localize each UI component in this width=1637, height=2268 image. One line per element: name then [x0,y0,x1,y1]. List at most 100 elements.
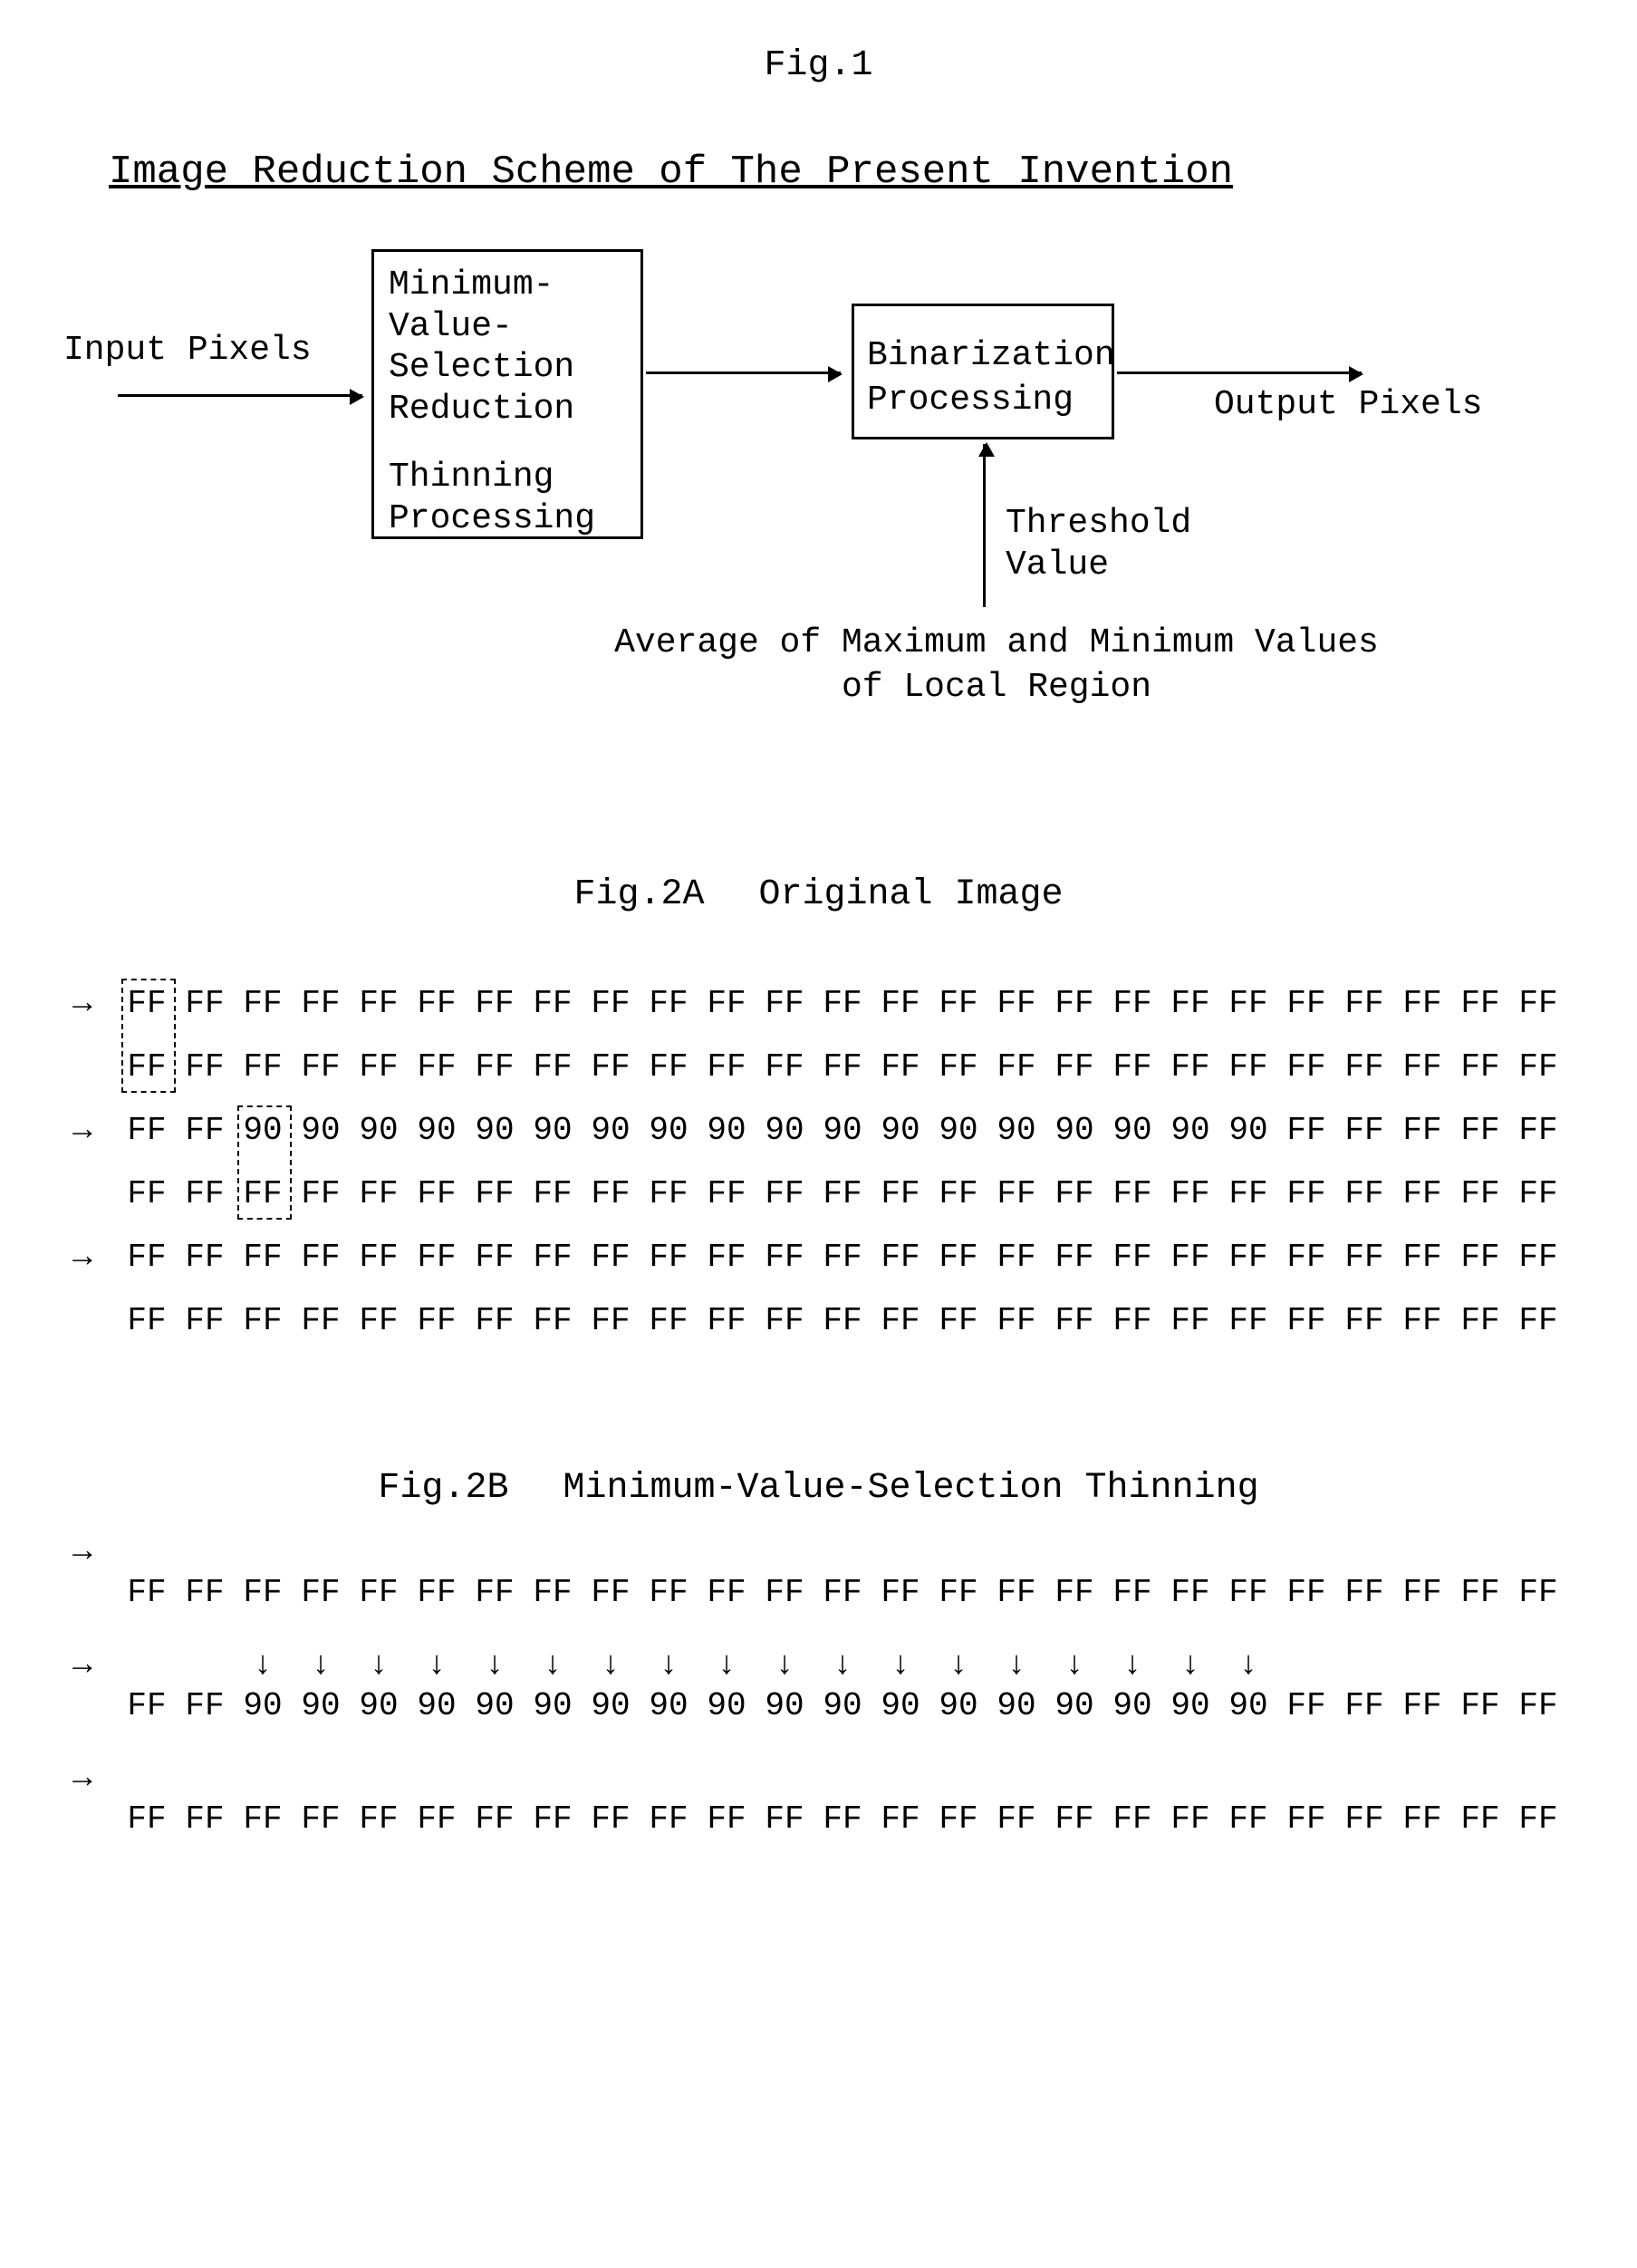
hex-cell: FF [408,1241,466,1274]
arrow-threshold-up [983,444,986,607]
hex-cell: FF [871,1577,929,1609]
hex-cell: 90 [408,1115,466,1147]
hex-cell: FF [871,1803,929,1836]
hex-cell: FF [1393,988,1451,1020]
hex-cell: FF [176,1305,234,1337]
down-arrow-icon: ↓ [871,1640,929,1690]
average-line1: Average of Maximum and Minimum Values [614,623,1379,662]
fig2b-title: Minimum-Value-Selection Thinning [563,1468,1258,1509]
hex-cell: 90 [1045,1690,1103,1723]
hex-cell: FF [1219,1803,1277,1836]
hex-cell: FF [1045,1051,1103,1084]
fig2b-grid: →FFFFFFFFFFFFFFFFFFFFFFFFFFFFFFFFFFFFFFF… [72,1527,1583,1867]
hex-cell: FF [814,1178,871,1211]
hex-row: FFFFFFFFFFFFFFFFFFFFFFFFFFFFFFFFFFFFFFFF… [72,1051,1583,1115]
hex-cell: 90 [292,1690,350,1723]
dashed-box-2 [237,1105,292,1220]
hex-row: FFFFFFFFFFFFFFFFFFFFFFFFFFFFFFFFFFFFFFFF… [72,1305,1583,1368]
hex-cell: FF [524,1178,582,1211]
down-arrow-icon: ↓ [1045,1640,1103,1690]
hex-cell: FF [1335,1178,1393,1211]
hex-cell: FF [698,1241,756,1274]
hex-cell: FF [698,1803,756,1836]
hex-cell: FF [987,1051,1045,1084]
box1-bottom-text: Thinning Processing [389,457,626,539]
hex-cell: FF [1219,1241,1277,1274]
hex-cell: FF [234,988,292,1020]
hex-cell: FF [1509,1690,1567,1723]
hex-cell: FF [524,1577,582,1609]
hex-cell: FF [1451,1241,1509,1274]
hex-cell: FF [1161,1305,1219,1337]
hex-cell: FF [350,1305,408,1337]
hex-cell: FF [408,1305,466,1337]
input-pixels-label: Input Pixels [63,331,312,370]
hex-cell: FF [929,1577,987,1609]
hex-cell: FF [1393,1051,1451,1084]
hex-cell: FF [582,1577,640,1609]
hex-cell: FF [929,1803,987,1836]
hex-row: →FFFFFFFFFFFFFFFFFFFFFFFFFFFFFFFFFFFFFFF… [72,1241,1583,1305]
average-text: Average of Maximum and Minimum Values of… [589,621,1404,710]
hex-cell: FF [1393,1241,1451,1274]
hex-cell: FF [176,1577,234,1609]
hex-cell: FF [292,1241,350,1274]
hex-cell: 90 [524,1690,582,1723]
hex-cell: FF [814,1241,871,1274]
hex-cell: 90 [756,1690,814,1723]
hex-cell: 90 [582,1115,640,1147]
arrow-box2-to-output [1117,372,1362,374]
hex-cell: 90 [1103,1115,1161,1147]
hex-cell: FF [640,1305,698,1337]
hex-cell: FF [1277,1690,1335,1723]
hex-cell: FF [929,1051,987,1084]
hex-cell: FF [292,1577,350,1609]
hex-cell: FF [292,1803,350,1836]
hex-cell: FF [524,988,582,1020]
arrow-line: → [72,1753,1583,1803]
row-arrow-icon: → [72,1527,118,1577]
down-arrow-icon: ↓ [582,1640,640,1690]
dashed-box-1 [121,979,176,1093]
row-arrow-icon: → [72,1115,118,1147]
hex-cell: FF [1509,988,1567,1020]
hex-cell: FF [1509,1803,1567,1836]
hex-cell: FF [176,1115,234,1147]
hex-cell: FF [176,988,234,1020]
hex-cell: FF [1045,1577,1103,1609]
hex-cell: FF [1161,1051,1219,1084]
hex-cell: 90 [582,1690,640,1723]
hex-cell: FF [640,988,698,1020]
down-arrow-icon: ↓ [698,1640,756,1690]
hex-cell: FF [1335,1690,1393,1723]
hex-cell: FF [871,1305,929,1337]
hex-cell: FF [1451,1690,1509,1723]
hex-cell: FF [176,1241,234,1274]
down-arrow-icon: ↓ [1161,1640,1219,1690]
hex-cell: FF [1277,1241,1335,1274]
hex-cell: 90 [929,1115,987,1147]
down-arrow-icon: ↓ [1103,1640,1161,1690]
hex-cell: 90 [987,1115,1045,1147]
hex-cell: FF [1335,1115,1393,1147]
hex-cell: FF [582,1241,640,1274]
hex-cell: FF [1103,988,1161,1020]
hex-cell: FF [1161,1178,1219,1211]
hex-cell: 90 [1219,1690,1277,1723]
hex-cell: 90 [756,1115,814,1147]
hex-cell: 90 [350,1690,408,1723]
hex-cell: FF [408,988,466,1020]
hex-cell: 90 [698,1690,756,1723]
box1-top-text: Minimum- Value- Selection Reduction [389,265,626,429]
hex-row: →FFFFFFFFFFFFFFFFFFFFFFFFFFFFFFFFFFFFFFF… [72,988,1583,1051]
hex-cell: FF [698,1305,756,1337]
hex-cell: FF [1451,1803,1509,1836]
fig1-title: Image Reduction Scheme of The Present In… [109,150,1583,195]
hex-cell: FF [1219,988,1277,1020]
hex-row: FFFFFFFFFFFFFFFFFFFFFFFFFFFFFFFFFFFFFFFF… [72,1178,1583,1241]
hex-cell: FF [350,1803,408,1836]
hex-cell: FF [698,1577,756,1609]
fig2a-title: Original Image [758,874,1063,915]
fig2b-label: Fig.2B [378,1468,508,1509]
hex-cell: FF [350,1241,408,1274]
